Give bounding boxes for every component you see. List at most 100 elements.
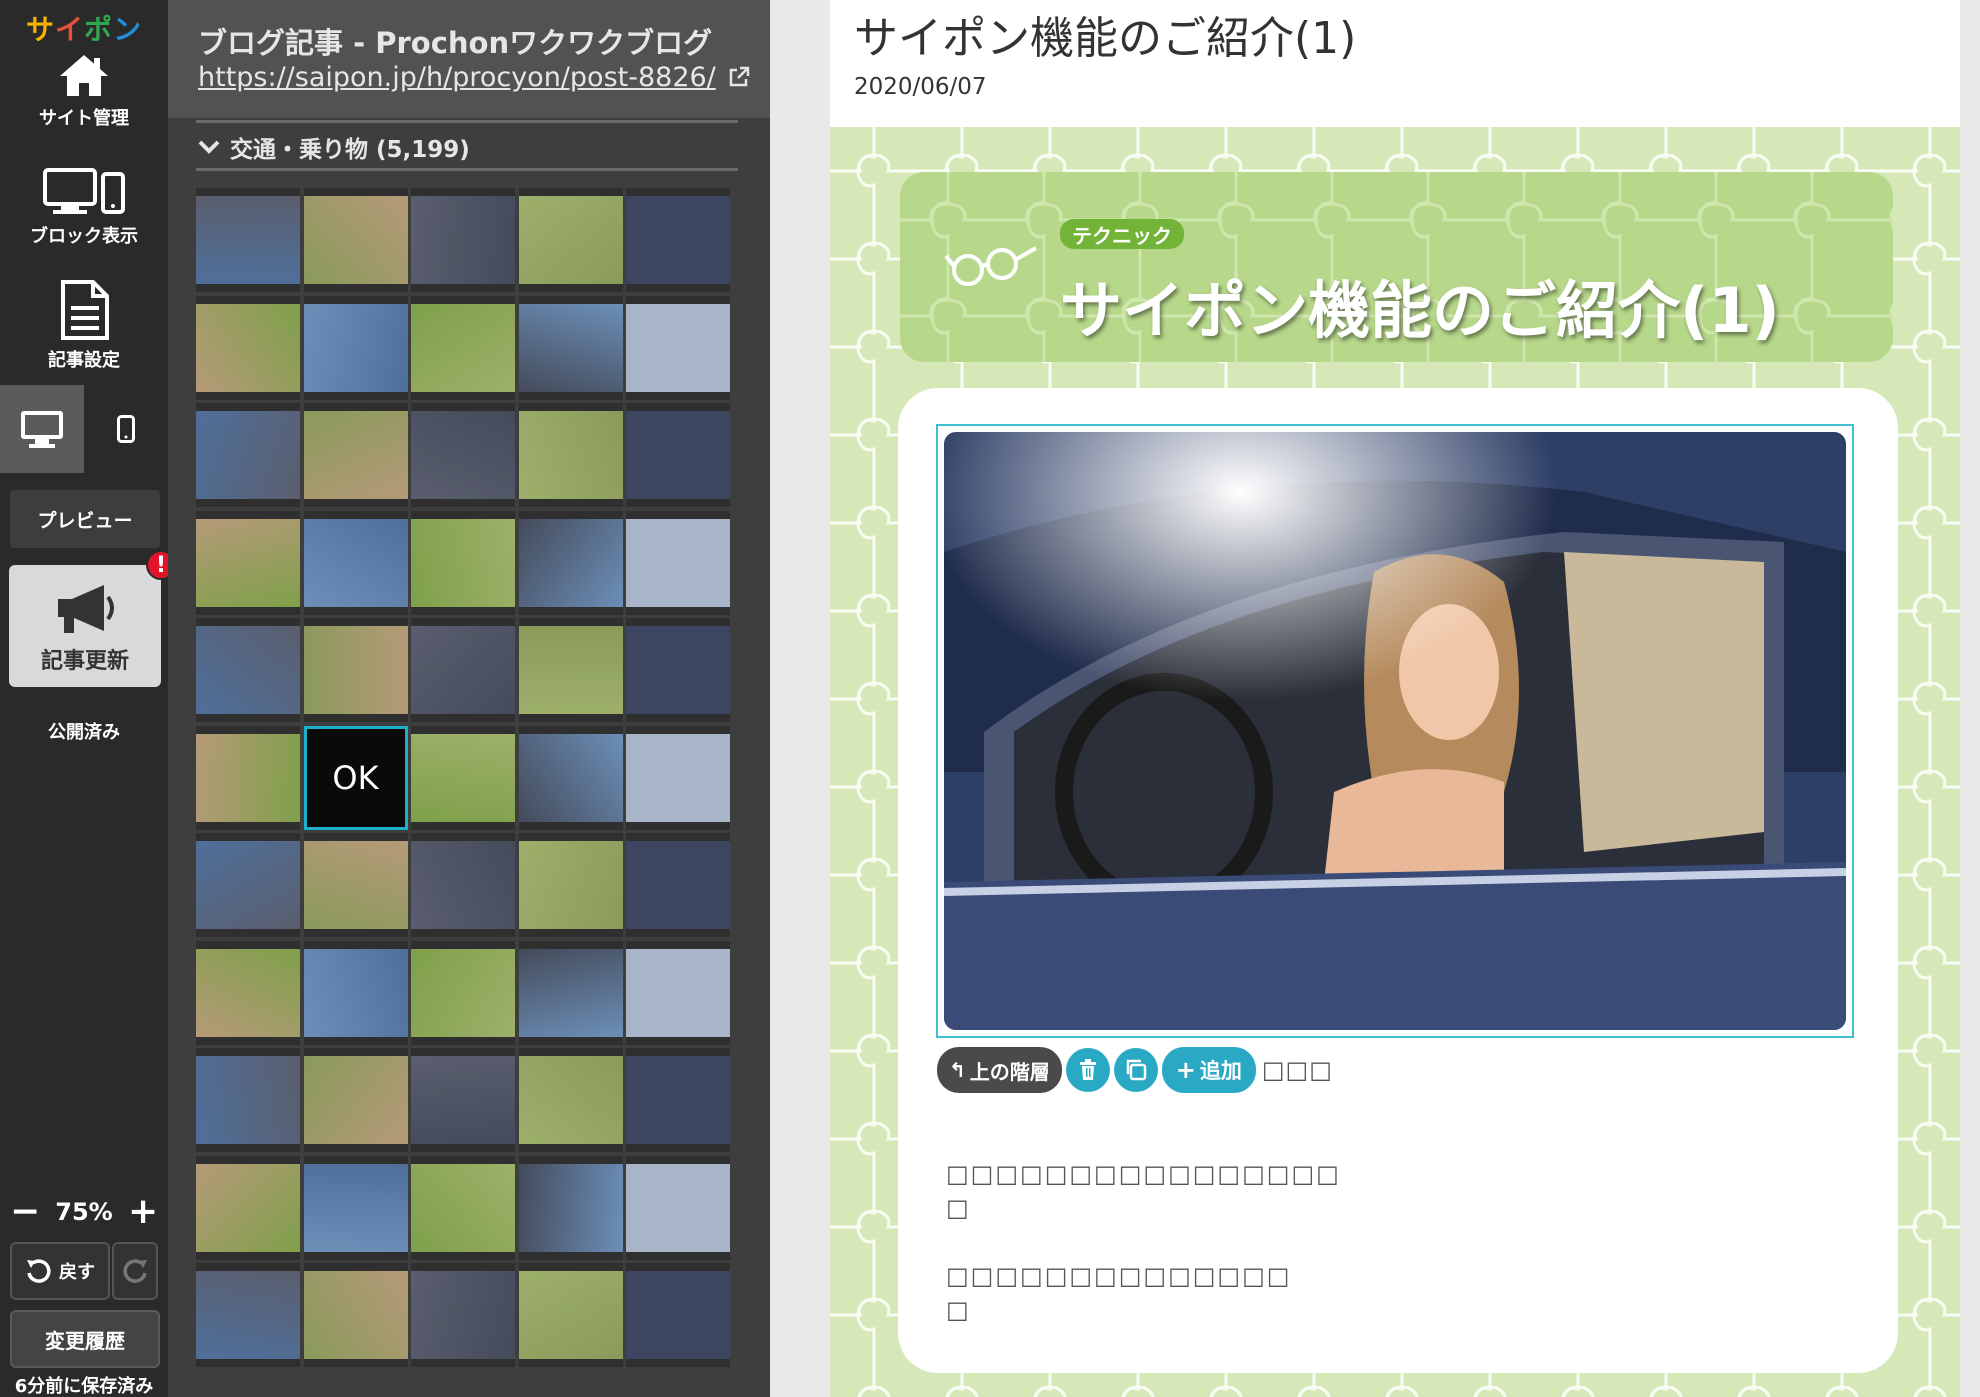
thumbnail-image xyxy=(303,196,408,284)
thumbnail-image xyxy=(303,948,408,1037)
image-thumbnail[interactable] xyxy=(196,188,300,292)
image-thumbnail[interactable] xyxy=(518,403,623,507)
blog-url-link[interactable]: https://saipon.jp/h/procyon/post-8826/ xyxy=(198,62,716,93)
body-line[interactable]: □□□□□□□□□□□□□□□□ xyxy=(946,1160,1341,1188)
image-thumbnail[interactable] xyxy=(303,510,408,615)
site-manage-label: サイト管理 xyxy=(39,108,129,129)
zoom-control: − 75% + xyxy=(0,1190,168,1234)
body-line[interactable]: □□□□□□□□□□□□□□ xyxy=(946,1262,1291,1290)
image-thumbnail[interactable] xyxy=(196,940,300,1045)
image-thumbnail[interactable] xyxy=(411,1048,515,1152)
image-thumbnail[interactable] xyxy=(196,1048,300,1152)
article-settings-button[interactable]: 記事設定 xyxy=(0,280,168,372)
redo-icon xyxy=(123,1259,147,1283)
body-line[interactable]: □ xyxy=(946,1296,971,1324)
thumbnail-image xyxy=(626,841,730,929)
body-line[interactable]: □ xyxy=(946,1194,971,1222)
image-thumbnail[interactable] xyxy=(626,188,730,292)
image-thumbnail[interactable] xyxy=(626,618,730,722)
image-thumbnail[interactable] xyxy=(196,1263,300,1367)
delete-button[interactable] xyxy=(1065,1048,1110,1092)
image-thumbnail[interactable] xyxy=(518,940,623,1045)
redo-button[interactable] xyxy=(112,1242,158,1300)
block-toolbar: ↰ 上の階層 + 追加 □□□ xyxy=(937,1046,1333,1094)
image-thumbnail[interactable] xyxy=(411,403,515,507)
title-banner[interactable]: テクニック サイポン機能のご紹介(1) xyxy=(900,172,1893,362)
category-toggle[interactable]: 交通・乗り物 (5,199) xyxy=(198,130,470,164)
image-thumbnail[interactable] xyxy=(196,510,300,615)
image-thumbnail[interactable] xyxy=(626,1263,730,1367)
image-thumbnail[interactable] xyxy=(518,725,623,830)
thumbnail-image xyxy=(411,948,515,1037)
update-label: 記事更新 xyxy=(40,649,129,674)
image-thumbnail[interactable] xyxy=(303,618,408,722)
zoom-out-button[interactable]: − xyxy=(10,1194,40,1230)
parent-level-button[interactable]: ↰ 上の階層 xyxy=(937,1047,1062,1093)
image-thumbnail[interactable] xyxy=(411,188,515,292)
update-article-button[interactable]: 記事更新 xyxy=(9,565,161,687)
monitor-icon xyxy=(21,411,63,448)
image-thumbnail[interactable] xyxy=(518,510,623,615)
image-thumbnail[interactable] xyxy=(196,1155,300,1260)
image-thumbnail[interactable] xyxy=(196,725,300,830)
add-label: 追加 xyxy=(1199,1059,1242,1083)
article-photo[interactable] xyxy=(944,432,1846,1030)
external-link-icon[interactable] xyxy=(728,66,750,88)
change-history-button[interactable]: 変更履歴 xyxy=(10,1310,160,1368)
image-thumbnail[interactable] xyxy=(303,1155,408,1260)
image-thumbnail[interactable] xyxy=(303,188,408,292)
image-thumbnail[interactable] xyxy=(518,833,623,937)
image-thumbnail[interactable] xyxy=(626,295,730,400)
image-thumbnail[interactable] xyxy=(411,725,515,830)
image-thumbnail[interactable] xyxy=(518,1155,623,1260)
image-thumbnail[interactable] xyxy=(411,1263,515,1367)
thumbnail-image xyxy=(196,518,300,607)
image-thumbnail[interactable] xyxy=(411,1155,515,1260)
image-thumbnail[interactable] xyxy=(626,510,730,615)
image-thumbnail[interactable] xyxy=(626,1048,730,1152)
image-thumbnail[interactable] xyxy=(196,403,300,507)
image-thumbnail[interactable] xyxy=(196,295,300,400)
image-thumbnail[interactable] xyxy=(303,295,408,400)
thumbnail-image xyxy=(626,1056,730,1144)
block-view-button[interactable]: ブロック表示 xyxy=(0,168,168,248)
image-thumbnail[interactable] xyxy=(626,403,730,507)
image-thumbnail[interactable] xyxy=(626,833,730,937)
image-thumbnail[interactable] xyxy=(626,1155,730,1260)
image-thumbnail[interactable] xyxy=(196,618,300,722)
undo-icon xyxy=(27,1259,51,1283)
desktop-view-button[interactable] xyxy=(0,385,84,473)
image-thumbnail[interactable] xyxy=(303,940,408,1045)
duplicate-button[interactable] xyxy=(1113,1048,1158,1092)
thumbnail-image xyxy=(411,841,515,929)
image-thumbnail[interactable] xyxy=(626,725,730,830)
thumbnail-image xyxy=(518,1271,623,1359)
image-thumbnail[interactable] xyxy=(303,1263,408,1367)
image-thumbnail[interactable] xyxy=(411,833,515,937)
mobile-view-button[interactable] xyxy=(84,385,168,473)
image-thumbnail[interactable] xyxy=(518,188,623,292)
image-thumbnail[interactable] xyxy=(411,295,515,400)
placeholder-text: □□□ xyxy=(1261,1056,1333,1084)
site-manage-button[interactable]: サイト管理 xyxy=(0,52,168,130)
undo-button[interactable]: 戻す xyxy=(10,1242,110,1300)
image-thumbnail[interactable] xyxy=(196,833,300,937)
thumbnail-image xyxy=(518,841,623,929)
image-thumbnail[interactable] xyxy=(303,1048,408,1152)
image-thumbnail[interactable] xyxy=(411,618,515,722)
image-thumbnail[interactable] xyxy=(303,833,408,937)
preview-button[interactable]: プレビュー xyxy=(10,490,160,548)
zoom-in-button[interactable]: + xyxy=(128,1194,158,1230)
image-thumbnail[interactable] xyxy=(518,1263,623,1367)
image-thumbnail[interactable] xyxy=(518,295,623,400)
image-thumbnail[interactable] xyxy=(411,940,515,1045)
image-thumbnail[interactable] xyxy=(518,618,623,722)
image-thumbnail[interactable] xyxy=(518,1048,623,1152)
saipon-logo[interactable]: サイポン xyxy=(0,8,168,48)
image-thumbnail[interactable]: OK xyxy=(303,725,408,830)
add-block-button[interactable]: + 追加 xyxy=(1161,1047,1256,1093)
image-thumbnail[interactable] xyxy=(626,940,730,1045)
image-thumbnail[interactable] xyxy=(303,403,408,507)
megaphone-icon xyxy=(58,585,114,633)
image-thumbnail[interactable] xyxy=(411,510,515,615)
